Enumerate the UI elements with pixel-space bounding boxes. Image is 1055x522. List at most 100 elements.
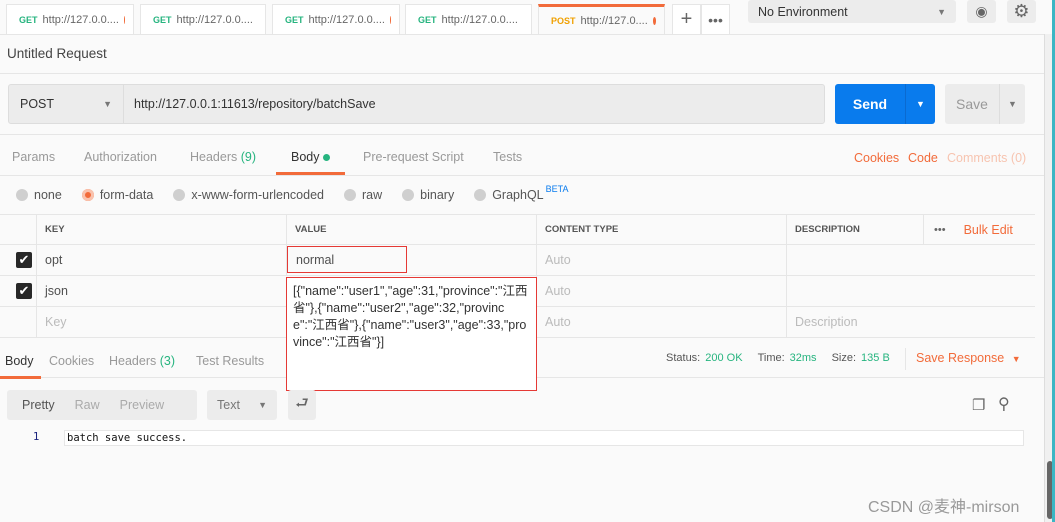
tab-params[interactable]: Params [12,150,55,164]
radio-selected-icon [81,189,94,201]
content-type-cell[interactable]: Auto [536,276,786,306]
content-type-placeholder[interactable]: Auto [536,307,786,337]
time-label: Time: [757,352,785,364]
value-cell[interactable]: normal [286,245,536,275]
tab-label: Headers [109,354,157,368]
radio-label: x-www-form-urlencoded [191,188,324,202]
radio-none[interactable]: none [16,188,62,202]
tab-method: GET [153,14,172,25]
pretty-button[interactable]: Pretty [22,398,55,412]
tab-label: http://127.0.0.... [42,13,119,26]
line-number: 1 [33,431,40,443]
send-button-group: Send ▼ [835,84,935,124]
radio-raw[interactable]: raw [344,188,382,202]
wrap-lines-button[interactable]: ⮐ [288,390,316,420]
description-placeholder[interactable]: Description [786,307,1035,337]
radio-label: none [34,188,62,202]
resp-tab-headers[interactable]: Headers (3) [109,354,175,368]
tab-pre-request-script[interactable]: Pre-request Script [363,150,464,164]
radio-label: raw [362,188,383,202]
tab-tests[interactable]: Tests [493,150,522,164]
status-label: Status: [666,352,701,364]
radio-graphql[interactable]: GraphQL BETA [474,184,568,202]
request-tab[interactable]: GET http://127.0.0.... [272,4,400,34]
save-response-button[interactable]: Save Response ▼ [916,351,1021,365]
resp-tab-body[interactable]: Body [5,354,34,368]
beta-badge: BETA [545,184,569,194]
chevron-down-icon: ▼ [916,99,925,109]
radio-binary[interactable]: binary [402,188,454,202]
header-description: DESCRIPTION [786,215,923,244]
time-value: 32ms [789,352,817,364]
comments-link[interactable]: Comments (0) [947,151,1026,165]
json-value-editor[interactable]: [{"name":"user1","age":31,"province":"江西… [286,277,537,391]
radio-form-data[interactable]: form-data [81,188,154,202]
search-icon[interactable]: ⚲ [998,394,1010,414]
code-link[interactable]: Code [908,151,938,165]
copy-icon[interactable]: ❐ [972,396,985,414]
tab-label: Body [291,150,320,164]
tab-body[interactable]: Body [291,150,330,164]
radio-label: form-data [99,188,154,202]
key-placeholder[interactable]: Key [36,307,286,337]
request-tab[interactable]: GET http://127.0.0.... [6,4,134,34]
new-tab-button[interactable]: + [672,4,701,34]
tab-method: GET [418,14,437,25]
send-options-button[interactable]: ▼ [905,84,935,124]
tab-method: POST [551,15,576,26]
preview-button[interactable]: Preview [120,398,164,412]
request-tab[interactable]: GET http://127.0.0.... [405,4,532,34]
save-button-group: Save ▼ [945,84,1025,124]
settings-button[interactable]: ⚙ [1007,0,1036,23]
chevron-down-icon: ▼ [1011,354,1021,364]
key-cell[interactable]: json [36,276,286,306]
headers-count: (9) [240,150,257,164]
active-dot-icon [322,154,330,161]
content-type-cell[interactable]: Auto [536,245,786,275]
table-header: KEY VALUE CONTENT TYPE DESCRIPTION ••• Bu… [0,214,1035,245]
cookies-link[interactable]: Cookies [854,151,899,165]
response-text[interactable]: batch save success. [64,430,1024,446]
url-input[interactable] [124,85,824,123]
environment-select[interactable]: No Environment ▼ [748,0,956,23]
description-cell[interactable] [786,276,1035,306]
environment-quick-look-button[interactable]: ◉ [967,0,996,23]
gear-icon: ⚙ [1013,1,1030,21]
resp-tab-cookies[interactable]: Cookies [49,354,94,368]
save-options-button[interactable]: ▼ [999,84,1025,124]
radio-icon [173,189,186,201]
tab-authorization[interactable]: Authorization [84,150,157,164]
tab-label: http://127.0.0.... [176,13,253,26]
radio-urlencoded[interactable]: x-www-form-urlencoded [173,188,324,202]
chevron-down-icon: ▼ [1008,99,1017,109]
unsaved-dot-icon [389,15,391,24]
status-value: 200 OK [705,352,743,364]
radio-label: GraphQL [492,188,544,202]
format-value: Text [217,398,240,412]
description-cell[interactable] [786,245,1035,275]
request-title[interactable]: Untitled Request [7,46,107,61]
send-button[interactable]: Send [835,84,905,124]
raw-button[interactable]: Raw [75,398,100,412]
tab-label: Headers [190,150,238,164]
save-response-label: Save Response [916,351,1005,365]
header-content-type: CONTENT TYPE [536,215,786,244]
tab-label: http://127.0.... [580,14,648,27]
method-select[interactable]: POST ▼ [9,85,124,123]
resp-tab-test-results[interactable]: Test Results [196,354,264,368]
bulk-edit-link[interactable]: Bulk Edit [964,223,1013,237]
key-cell[interactable]: opt [36,245,286,275]
request-tab[interactable]: GET http://127.0.0.... [140,4,266,34]
value-text: normal [287,246,407,273]
more-tabs-button[interactable]: ••• [701,4,730,34]
environment-value: No Environment [758,4,848,19]
row-checkbox[interactable]: ✔ [16,283,32,299]
response-status: Status: 200 OK Time: 32ms Size: 135 B [666,352,890,364]
request-tab-active[interactable]: POST http://127.0.... [538,4,665,34]
plus-icon: + [680,8,693,30]
more-icon[interactable]: ••• [934,224,946,236]
save-button[interactable]: Save [945,84,999,124]
row-checkbox[interactable]: ✔ [16,252,32,268]
format-select[interactable]: Text ▼ [207,390,277,420]
tab-headers[interactable]: Headers (9) [190,150,256,164]
